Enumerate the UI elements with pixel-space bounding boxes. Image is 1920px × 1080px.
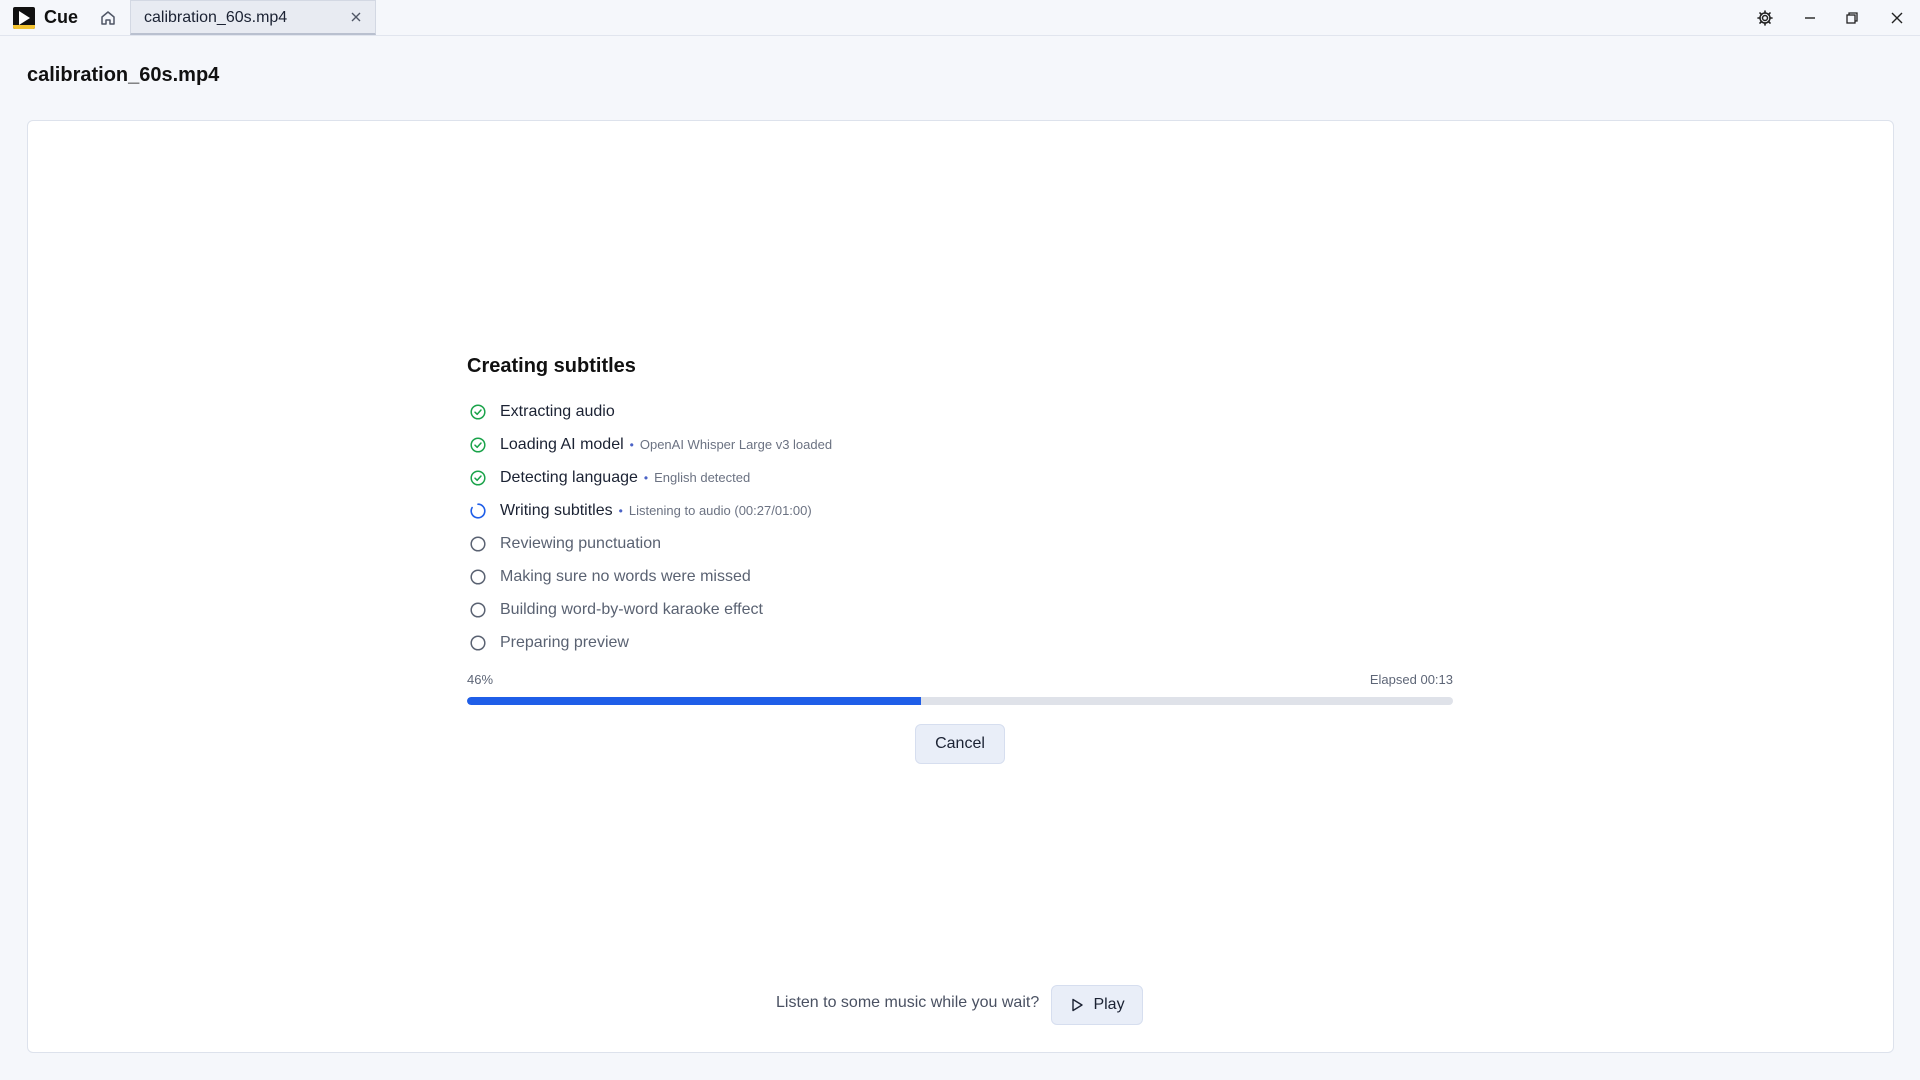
play-icon	[1072, 998, 1084, 1012]
progress-percent: 46%	[467, 672, 494, 687]
gear-icon	[1757, 10, 1773, 26]
elapsed-time: Elapsed 00:13	[1369, 672, 1453, 687]
step-label: Detecting language	[500, 468, 638, 486]
step-item: Detecting language • English detected	[467, 461, 1367, 494]
step-item: Preparing preview	[467, 626, 1367, 659]
step-item: Loading AI model • OpenAI Whisper Large v3…	[467, 428, 1367, 461]
empty-circle-icon	[470, 535, 486, 552]
spinner-icon	[470, 502, 486, 519]
play-button[interactable]: Play	[1051, 985, 1143, 1025]
step-label: Reviewing punctuation	[500, 534, 661, 552]
step-item: Building word-by-word karaoke effect	[467, 593, 1367, 626]
step-separator: •	[618, 503, 623, 518]
cancel-button[interactable]: Cancel	[915, 724, 1005, 764]
check-circle-icon	[470, 469, 486, 486]
progress-bar	[467, 697, 1453, 705]
title-bar: Cue calibration_60s.mp4	[0, 0, 1920, 36]
step-detail: English detected	[654, 470, 751, 485]
step-detail: Listening to audio (00:27/01:00)	[628, 503, 812, 518]
play-label: Play	[1093, 996, 1125, 1013]
settings-button[interactable]	[1754, 7, 1776, 29]
steps-list: Extracting audio Loading AI model • OpenAI …	[467, 395, 1367, 659]
music-prompt: Listen to some music while you wait?	[776, 994, 1040, 1011]
progress-labels: 46% Elapsed 00:13	[467, 672, 1453, 692]
home-icon	[101, 11, 115, 25]
step-detail: OpenAI Whisper Large v3 loaded	[639, 437, 833, 452]
minimize-icon	[1805, 17, 1815, 19]
step-label: Loading AI model	[500, 435, 624, 453]
step-label: Writing subtitles	[500, 501, 613, 519]
minimize-button[interactable]	[1799, 7, 1821, 29]
home-button[interactable]	[97, 7, 119, 29]
empty-circle-icon	[470, 601, 486, 618]
step-separator: •	[629, 437, 634, 452]
step-label: Preparing preview	[500, 633, 629, 651]
page-title: calibration_60s.mp4	[27, 64, 220, 86]
empty-circle-icon	[470, 634, 486, 651]
step-separator: •	[643, 470, 649, 485]
tab-label: calibration_60s.mp4	[144, 9, 288, 26]
step-item: Writing subtitles • Listening to audio (00…	[467, 494, 1367, 527]
restore-icon	[1846, 12, 1858, 24]
app-name: Cue	[44, 7, 79, 27]
step-item: Making sure no words were missed	[467, 560, 1367, 593]
window-close-icon	[1891, 12, 1903, 24]
empty-circle-icon	[470, 568, 486, 585]
app-logo-icon	[13, 7, 35, 29]
check-circle-icon	[470, 403, 486, 420]
step-label: Building word-by-word karaoke effect	[500, 600, 763, 618]
step-item: Extracting audio	[467, 395, 1367, 428]
section-title: Creating subtitles	[467, 355, 636, 377]
step-label: Extracting audio	[500, 402, 615, 420]
restore-button[interactable]	[1841, 7, 1863, 29]
close-icon[interactable]	[349, 10, 363, 24]
step-label: Making sure no words were missed	[500, 567, 751, 585]
tab-calibration[interactable]: calibration_60s.mp4	[130, 0, 376, 35]
progress-fill	[467, 697, 921, 705]
check-circle-icon	[470, 436, 486, 453]
window-close-button[interactable]	[1886, 7, 1908, 29]
step-item: Reviewing punctuation	[467, 527, 1367, 560]
